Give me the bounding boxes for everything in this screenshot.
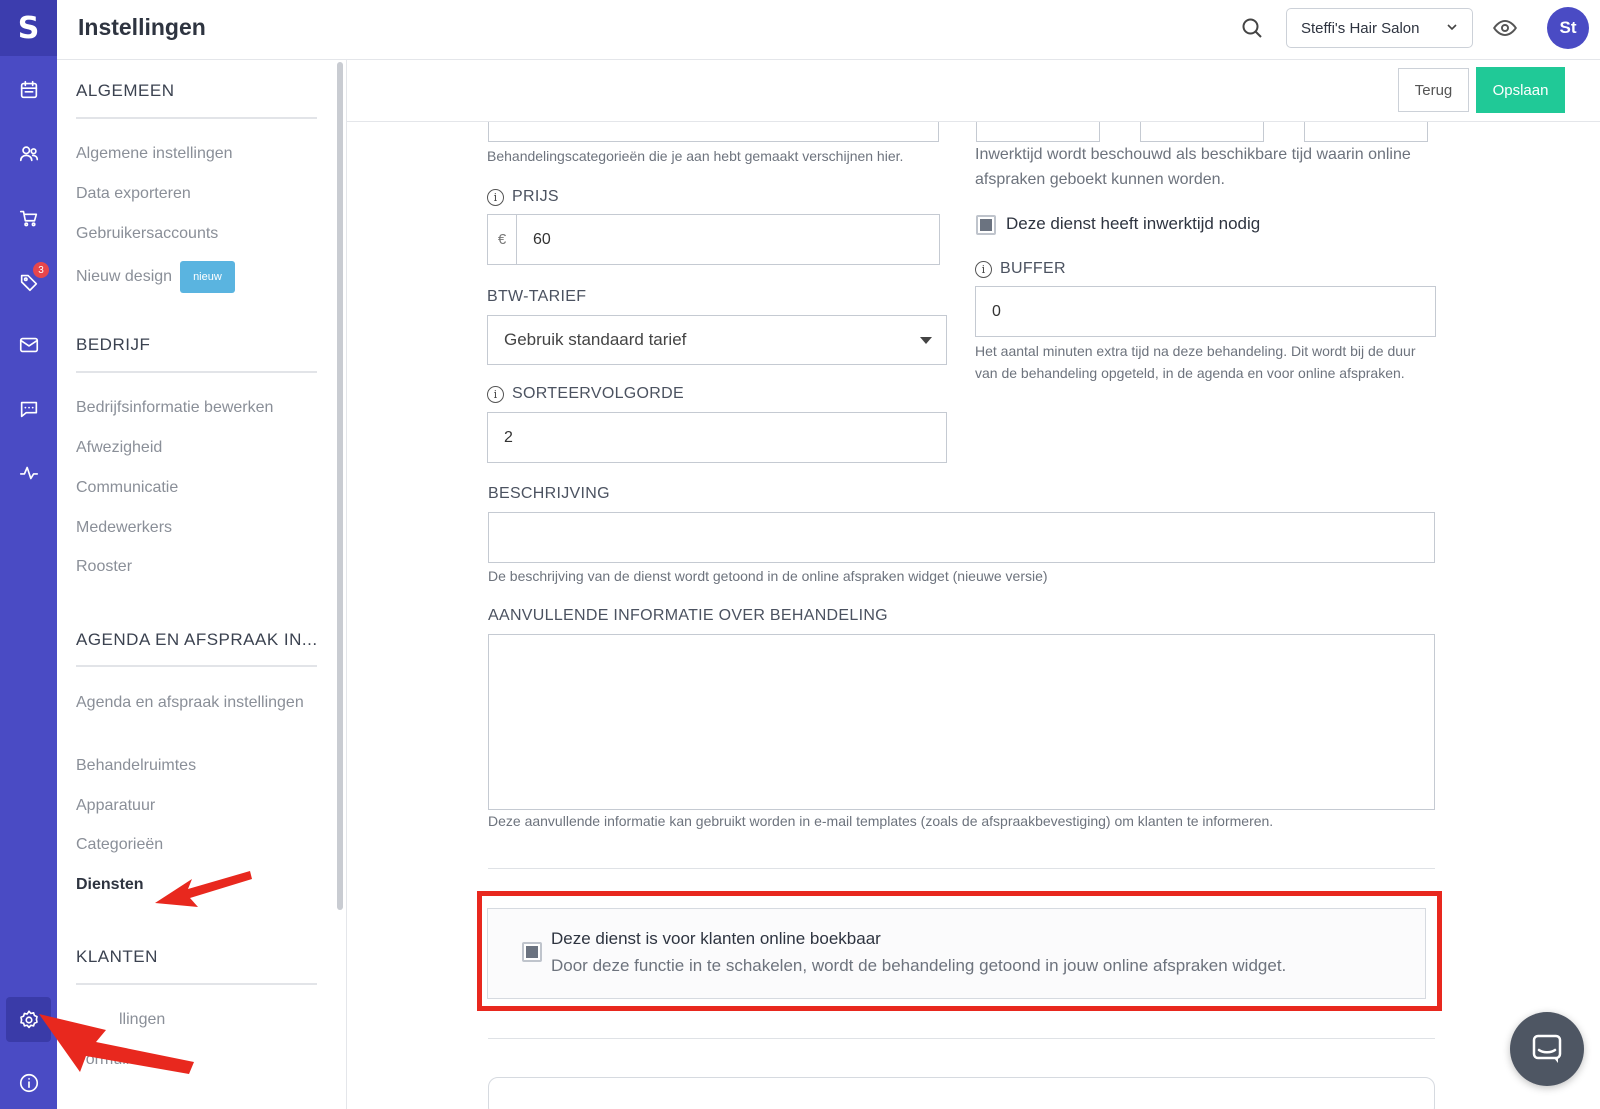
sidebar-item-apparatuur[interactable]: Apparatuur: [76, 794, 306, 818]
category-hint: Behandelingscategorieën die je aan hebt …: [487, 148, 904, 164]
sidebar-item-nieuw-design[interactable]: Nieuw design nieuw: [76, 261, 306, 293]
section-title-algemeen: ALGEMEEN: [76, 81, 175, 100]
extra-info-label: AANVULLENDE INFORMATIE OVER BEHANDELING: [488, 607, 888, 624]
sidebar-item-agenda-instellingen[interactable]: Agenda en afspraak instellingen: [76, 691, 306, 715]
page-title: Instellingen: [78, 14, 206, 40]
sidebar-item-behandelruimtes[interactable]: Behandelruimtes: [76, 754, 306, 778]
sidebar-item-data-exporteren[interactable]: Data exporteren: [76, 182, 306, 206]
sidebar-item-label: Nieuw design: [76, 268, 173, 286]
vat-select[interactable]: Gebruik standaard tarief: [487, 315, 947, 365]
salon-name: Steffi's Hair Salon: [1301, 19, 1420, 37]
calendar-icon[interactable]: [6, 67, 51, 112]
buffer-input[interactable]: 0: [975, 286, 1436, 337]
settings-icon[interactable]: [6, 997, 51, 1042]
info-icon[interactable]: [6, 1060, 51, 1105]
search-icon[interactable]: [1240, 16, 1266, 42]
info-icon[interactable]: i: [487, 385, 504, 403]
price-value: 60: [533, 230, 551, 248]
price-label: i PRIJS: [487, 188, 559, 206]
notification-badge: 3: [33, 262, 49, 278]
extra-info-hint: Deze aanvullende informatie kan gebruikt…: [488, 813, 1274, 829]
highlight-annotation: [477, 891, 1442, 1011]
service-form: Terug Opslaan Behandelingscategorieën di…: [347, 60, 1600, 1109]
sidebar-item-rooster[interactable]: Rooster: [76, 555, 306, 579]
sidebar-item-formulieren[interactable]: Formulieren: [76, 1048, 306, 1072]
sidebar-item-categorieen[interactable]: Categorieën: [76, 833, 306, 857]
chat-icon[interactable]: [6, 386, 51, 431]
section-divider: [488, 868, 1435, 869]
mail-icon[interactable]: [6, 322, 51, 367]
action-bar: Terug Opslaan: [347, 60, 1600, 122]
sidebar-item-instellingen[interactable]: llingen: [76, 1008, 306, 1032]
sort-order-input[interactable]: 2: [487, 412, 947, 463]
eye-icon[interactable]: [1492, 15, 1520, 43]
info-icon[interactable]: i: [975, 260, 992, 278]
processing-hint: Inwerktijd wordt beschouwd als beschikba…: [975, 146, 1411, 188]
description-hint: De beschrijving van de dienst wordt geto…: [488, 568, 1048, 584]
buffer-hint: Het aantal minuten extra tijd na deze be…: [975, 343, 1416, 381]
cart-icon[interactable]: [6, 195, 51, 240]
sidebar-item-diensten[interactable]: Diensten: [76, 873, 306, 897]
section-title-klanten: KLANTEN: [76, 947, 158, 966]
top-header: Instellingen Steffi's Hair Salon St: [57, 0, 1600, 60]
new-badge: nieuw: [180, 261, 235, 293]
processing-time-checkbox-label: Deze dienst heeft inwerktijd nodig: [1006, 214, 1261, 233]
section-divider: [488, 1038, 1435, 1039]
tag-icon[interactable]: 3: [6, 259, 51, 304]
section-divider: [76, 665, 317, 667]
vat-value: Gebruik standaard tarief: [504, 330, 687, 349]
avatar[interactable]: St: [1547, 7, 1589, 49]
salon-selector[interactable]: Steffi's Hair Salon: [1286, 8, 1473, 48]
section-divider: [76, 983, 317, 985]
app-rail: S 3: [0, 0, 57, 1109]
section-divider: [76, 371, 317, 373]
processing-time-checkbox[interactable]: [976, 215, 996, 235]
sidebar-item-algemene-instellingen[interactable]: Algemene instellingen: [76, 142, 306, 166]
sort-order-label: i SORTEERVOLGORDE: [487, 385, 684, 403]
sidebar-scrollbar[interactable]: [337, 62, 343, 910]
sidebar-item-afwezigheid[interactable]: Afwezigheid: [76, 436, 306, 460]
section-title-agenda: AGENDA EN AFSPRAAK IN...: [76, 630, 318, 649]
sidebar-item-communicatie[interactable]: Communicatie: [76, 476, 306, 500]
chat-bubble-icon: [1532, 1034, 1562, 1063]
online-booking-subtitle: Door deze functie in te schakelen, wordt…: [551, 956, 1287, 975]
chevron-down-icon: [1447, 24, 1457, 31]
support-chat-button[interactable]: [1510, 1012, 1584, 1086]
online-booking-title: Deze dienst is voor klanten online boekb…: [551, 929, 881, 948]
app-logo[interactable]: S: [0, 0, 57, 56]
description-label: BESCHRIJVING: [488, 485, 610, 502]
extra-info-textarea[interactable]: [488, 634, 1435, 810]
caret-down-icon: [920, 337, 932, 344]
sidebar-item-gebruikersaccounts[interactable]: Gebruikersaccounts: [76, 222, 306, 246]
next-section-card: [488, 1077, 1435, 1109]
clients-icon[interactable]: [6, 131, 51, 176]
buffer-label: i BUFFER: [975, 260, 1066, 278]
section-divider: [76, 117, 317, 119]
currency-addon: €: [488, 215, 517, 264]
description-input[interactable]: [488, 512, 1435, 563]
sidebar-item-medewerkers[interactable]: Medewerkers: [76, 516, 306, 540]
section-title-bedrijf: BEDRIJF: [76, 335, 151, 354]
sidebar-item-bedrijfsinformatie[interactable]: Bedrijfsinformatie bewerken: [76, 396, 306, 420]
online-booking-checkbox[interactable]: [522, 942, 542, 962]
price-input[interactable]: € 60: [487, 214, 940, 265]
vat-label: BTW-TARIEF: [487, 288, 587, 305]
settings-sidebar: ALGEMEEN Algemene instellingen Data expo…: [57, 60, 347, 1109]
back-button[interactable]: Terug: [1398, 68, 1469, 112]
info-icon[interactable]: i: [487, 188, 504, 206]
save-button[interactable]: Opslaan: [1476, 67, 1565, 113]
activity-icon[interactable]: [6, 450, 51, 495]
